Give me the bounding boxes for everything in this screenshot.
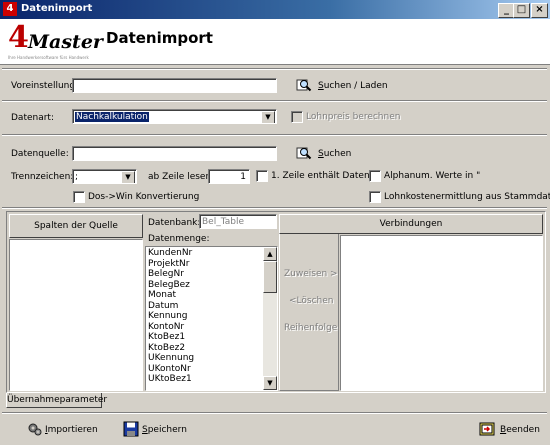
exit-label: Beenden [500, 425, 540, 435]
chevron-down-icon[interactable]: ▼ [261, 111, 275, 123]
search-icon [296, 147, 312, 160]
dataset-label: Datenmenge: [148, 234, 210, 244]
mapping-panel: Spalten der Quelle Datenbank: Bel_Table … [6, 211, 546, 393]
logo-tagline: Ihre Handwerkersoftware fürs Handwerk [8, 55, 89, 60]
list-item[interactable]: BelegBez [146, 280, 277, 291]
alphanum-checkbox[interactable] [369, 170, 381, 182]
app-icon: 4 [3, 2, 17, 16]
title-bar: 4 Datenimport _ □ × [0, 0, 550, 19]
datatype-value: Nachkalkulation [75, 112, 149, 122]
page-title: Datenimport [106, 29, 213, 47]
save-label: Speichern [142, 425, 187, 435]
from-row-label: ab Zeile lesen: [148, 172, 215, 182]
floppy-disk-icon [123, 421, 139, 437]
connections-header[interactable]: Verbindungen [279, 214, 543, 234]
database-input[interactable]: Bel_Table [199, 214, 277, 229]
dataset-field-list[interactable]: KundenNr ProjektNr BelegNr BelegBez Monat Dat… [145, 246, 278, 391]
list-item[interactable]: UKontoNr [146, 364, 277, 375]
list-item[interactable]: KtoBez2 [146, 343, 277, 354]
source-search-button[interactable]: Suchen [296, 145, 366, 163]
scrollbar[interactable]: ▲ ▼ [263, 247, 277, 390]
separator-value: ; [75, 172, 79, 182]
list-item[interactable]: UKtoBez1 [146, 374, 277, 385]
import-label: Importieren [45, 425, 98, 435]
action-buttons-column: Zuweisen > <Löschen Reihenfolge [279, 214, 339, 391]
maximize-button[interactable]: □ [513, 3, 530, 18]
from-row-input[interactable]: 1 [208, 169, 250, 184]
source-search-label: Suchen [318, 149, 352, 159]
wage-price-checkbox[interactable] [291, 111, 303, 123]
list-item[interactable]: KtoBez1 [146, 332, 277, 343]
import-button[interactable]: Importieren [27, 421, 107, 439]
list-item[interactable]: KontoNr [146, 322, 277, 333]
doswin-checkbox[interactable] [73, 191, 85, 203]
divider [2, 412, 547, 414]
exit-button[interactable]: Beenden [479, 421, 543, 439]
first-row-label: 1. Zeile enthält Daten [271, 171, 370, 181]
list-item[interactable]: UKennung [146, 353, 277, 364]
window-title: Datenimport [21, 3, 93, 14]
first-row-checkbox[interactable] [256, 170, 268, 182]
search-icon [296, 79, 312, 92]
logo-word: Master [28, 31, 103, 53]
database-label: Datenbank: [148, 218, 201, 228]
delete-button[interactable]: <Löschen [289, 296, 334, 306]
wage-price-label: Lohnpreis berechnen [306, 112, 401, 122]
preset-search-button[interactable]: Suchen / Laden [296, 77, 396, 95]
source-input[interactable] [72, 146, 277, 161]
list-item[interactable]: ProjektNr [146, 259, 277, 270]
divider [2, 207, 547, 209]
close-button[interactable]: × [531, 3, 548, 18]
preset-input[interactable] [72, 78, 277, 93]
order-button[interactable]: Reihenfolge [284, 323, 337, 333]
list-item[interactable]: Monat [146, 290, 277, 301]
connections-list[interactable] [340, 235, 543, 391]
header-banner: 4 Master Ihre Handwerkersoftware fürs Ha… [0, 19, 550, 65]
divider [2, 100, 547, 102]
list-item[interactable]: Kennung [146, 311, 277, 322]
datatype-label: Datenart: [11, 113, 54, 123]
alphanum-label: Alphanum. Werte in " [384, 171, 481, 181]
doswin-label: Dos->Win Konvertierung [88, 192, 200, 202]
divider [2, 134, 547, 136]
list-item[interactable]: BelegNr [146, 269, 277, 280]
gears-icon [28, 423, 42, 436]
wagecost-checkbox[interactable] [369, 191, 381, 203]
preset-label: Voreinstellung: [11, 81, 79, 91]
scroll-thumb[interactable] [263, 261, 277, 293]
logo-digit: 4 [8, 20, 29, 55]
source-label: Datenquelle: [11, 149, 69, 159]
save-button[interactable]: Speichern [123, 421, 203, 439]
scroll-up-icon[interactable]: ▲ [263, 247, 277, 261]
source-columns-header[interactable]: Spalten der Quelle [9, 214, 143, 238]
list-item[interactable]: Datum [146, 301, 277, 312]
separator-select[interactable]: ; ▼ [72, 169, 137, 184]
assign-button[interactable]: Zuweisen > [284, 269, 338, 279]
datatype-select[interactable]: Nachkalkulation ▼ [72, 109, 277, 124]
divider [2, 68, 547, 70]
list-item[interactable]: KundenNr [146, 248, 277, 259]
exit-door-icon [479, 422, 495, 436]
scroll-down-icon[interactable]: ▼ [263, 376, 277, 390]
tab-transfer-parameters[interactable]: Übernahmeparameter [6, 393, 107, 408]
source-columns-list[interactable] [9, 239, 143, 391]
separator-label: Trennzeichen: [11, 172, 74, 182]
chevron-down-icon[interactable]: ▼ [121, 171, 135, 183]
preset-search-label: Suchen / Laden [318, 81, 388, 91]
wagecost-label: Lohnkostenermittlung aus Stammdaten [384, 192, 550, 202]
